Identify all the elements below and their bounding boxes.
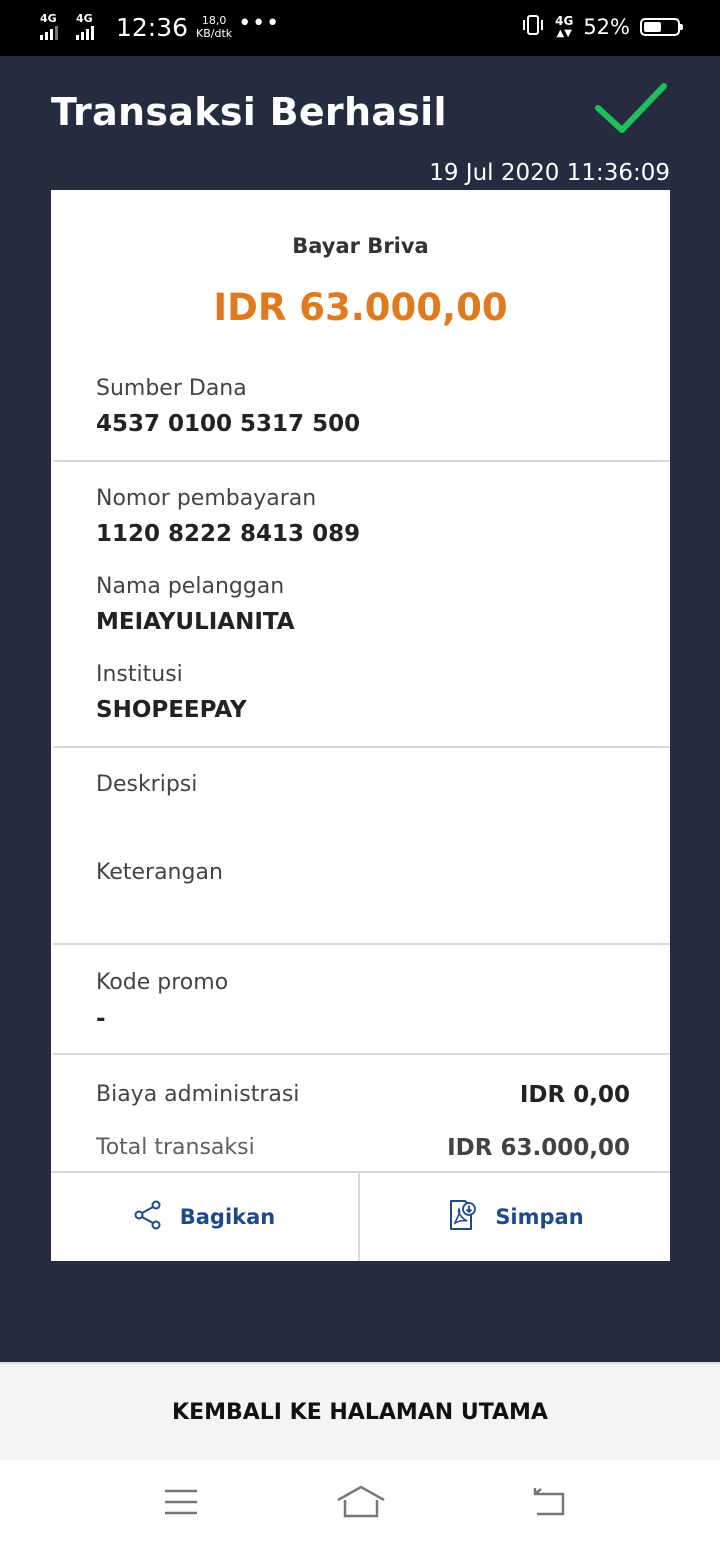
more-notifications-icon: ••• [238, 10, 281, 36]
source-label: Sumber Dana [96, 376, 247, 401]
share-button[interactable]: Bagikan [51, 1173, 360, 1261]
network-speed: 18,0 KB/dtk [196, 14, 232, 40]
divider [53, 943, 670, 945]
speed-unit: KB/dtk [196, 27, 233, 40]
save-pdf-icon [447, 1199, 477, 1236]
total-label: Total transaksi [96, 1135, 255, 1160]
notes-label: Keterangan [96, 860, 223, 885]
promo-code-label: Kode promo [96, 970, 229, 995]
product-name: Bayar Briva [292, 234, 429, 258]
description-label: Deskripsi [96, 772, 198, 797]
payment-number-label: Nomor pembayaran [96, 486, 317, 511]
share-label: Bagikan [179, 1205, 276, 1229]
promo-code-value: - [96, 1006, 106, 1032]
signal-icon: 4G [76, 12, 108, 42]
network-type-label: 4G [555, 13, 574, 28]
transaction-timestamp: 19 Jul 2020 11:36:09 [429, 160, 670, 186]
source-value: 4537 0100 5317 500 [96, 411, 361, 437]
institution-label: Institusi [96, 662, 183, 687]
back-to-home-label: KEMBALI KE HALAMAN UTAMA [172, 1399, 548, 1425]
data-network-icon: 4G ▲▼ [555, 13, 574, 39]
back-to-home-button[interactable]: KEMBALI KE HALAMAN UTAMA [0, 1362, 720, 1460]
customer-name-label: Nama pelanggan [96, 574, 285, 599]
payment-number-value: 1120 8222 8413 089 [96, 521, 361, 547]
divider [53, 460, 670, 462]
page-title: Transaksi Berhasil [51, 90, 447, 134]
receipt-card: Bayar Briva IDR 63.000,00 Sumber Dana 45… [51, 190, 670, 1261]
status-bar: 4G 4G 12:36 18,0 KB/dtk ••• 4G ▲▼ 52% [0, 0, 720, 56]
save-button[interactable]: Simpan [361, 1173, 670, 1261]
admin-fee-value: IDR 0,00 [519, 1082, 630, 1108]
success-check-icon [594, 80, 668, 140]
battery-icon [640, 18, 683, 36]
system-nav-bar [0, 1460, 720, 1544]
receipt-actions: Bagikan Simpan [51, 1171, 670, 1261]
total-value: IDR 63.000,00 [447, 1135, 630, 1161]
signal-icon: 4G [40, 12, 72, 42]
network-type-label: 4G [76, 12, 93, 25]
share-icon [134, 1200, 162, 1235]
divider [53, 1053, 670, 1055]
divider [53, 746, 670, 748]
back-icon[interactable] [531, 1484, 567, 1524]
institution-value: SHOPEEPAY [96, 697, 247, 723]
battery-percent: 52% [583, 15, 630, 39]
save-label: Simpan [495, 1205, 584, 1229]
admin-fee-label: Biaya administrasi [96, 1082, 300, 1107]
customer-name-value: MEIAYULIANITA [96, 609, 295, 635]
clock: 12:36 [116, 12, 189, 42]
menu-icon[interactable] [163, 1484, 199, 1524]
speed-value: 18,0 [201, 14, 227, 27]
home-icon[interactable] [336, 1484, 386, 1524]
vibrate-icon [521, 14, 545, 40]
transaction-amount: IDR 63.000,00 [213, 286, 508, 329]
network-type-label: 4G [40, 12, 57, 25]
